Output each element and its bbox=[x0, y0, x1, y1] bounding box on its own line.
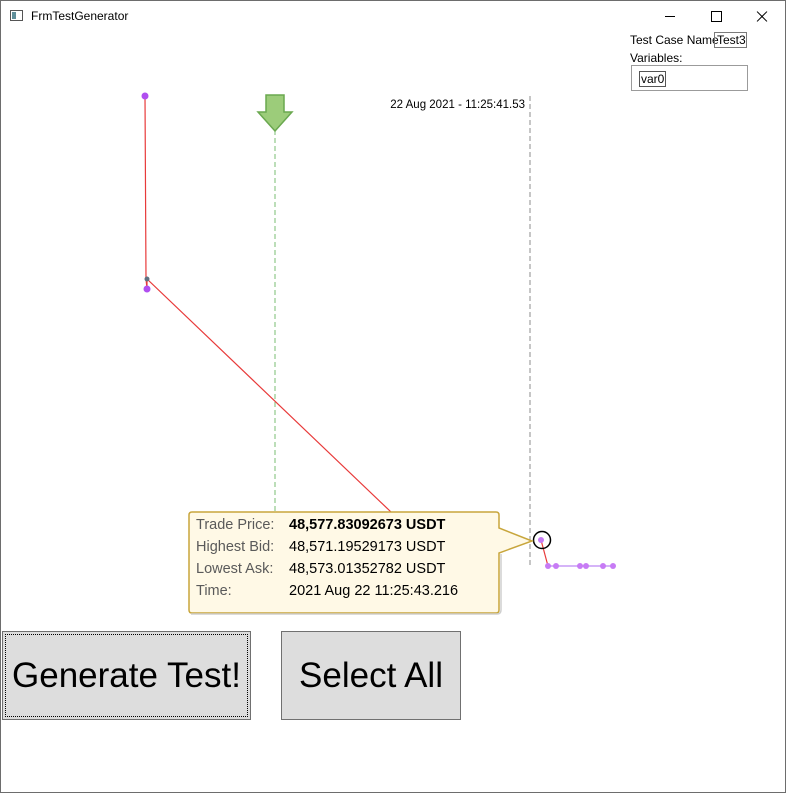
test-case-name-input[interactable]: Test3 bbox=[714, 32, 747, 48]
tooltip-value-time: 2021 Aug 22 11:25:43.216 bbox=[289, 583, 459, 599]
variable-item[interactable]: var0 bbox=[639, 71, 667, 87]
generate-test-button[interactable]: Generate Test! bbox=[2, 631, 251, 720]
tooltip-label-time: Time: bbox=[196, 583, 232, 599]
data-point[interactable] bbox=[553, 563, 559, 569]
tooltip-label-lowest-ask: Lowest Ask: bbox=[196, 561, 274, 577]
data-point[interactable] bbox=[610, 563, 616, 569]
tooltip-label-highest-bid: Highest Bid: bbox=[196, 539, 275, 555]
variables-list[interactable]: var0 bbox=[631, 65, 748, 91]
data-point[interactable] bbox=[144, 276, 150, 282]
tooltip-value-trade-price: 48,577.83092673 USDT bbox=[289, 517, 446, 533]
variables-label: Variables: bbox=[630, 51, 683, 65]
data-point[interactable] bbox=[577, 563, 583, 569]
select-all-button[interactable]: Select All bbox=[281, 631, 461, 720]
data-point[interactable] bbox=[141, 92, 149, 100]
test-case-name-label: Test Case Name bbox=[630, 33, 719, 47]
data-point[interactable] bbox=[583, 563, 589, 569]
time-marker-label: 22 Aug 2021 - 11:25:41.53 bbox=[390, 99, 525, 111]
data-point[interactable] bbox=[143, 285, 151, 293]
data-point[interactable] bbox=[545, 563, 551, 569]
down-arrow-icon[interactable] bbox=[256, 94, 294, 133]
price-line bbox=[144, 95, 392, 513]
data-point[interactable] bbox=[600, 563, 606, 569]
tooltip-label-trade-price: Trade Price: bbox=[196, 517, 275, 533]
price-line-tail bbox=[540, 539, 549, 567]
tooltip-value-lowest-ask: 48,573.01352782 USDT bbox=[289, 561, 446, 577]
tooltip-value-highest-bid: 48,571.19529173 USDT bbox=[289, 539, 446, 555]
highlighted-point[interactable] bbox=[538, 537, 544, 543]
